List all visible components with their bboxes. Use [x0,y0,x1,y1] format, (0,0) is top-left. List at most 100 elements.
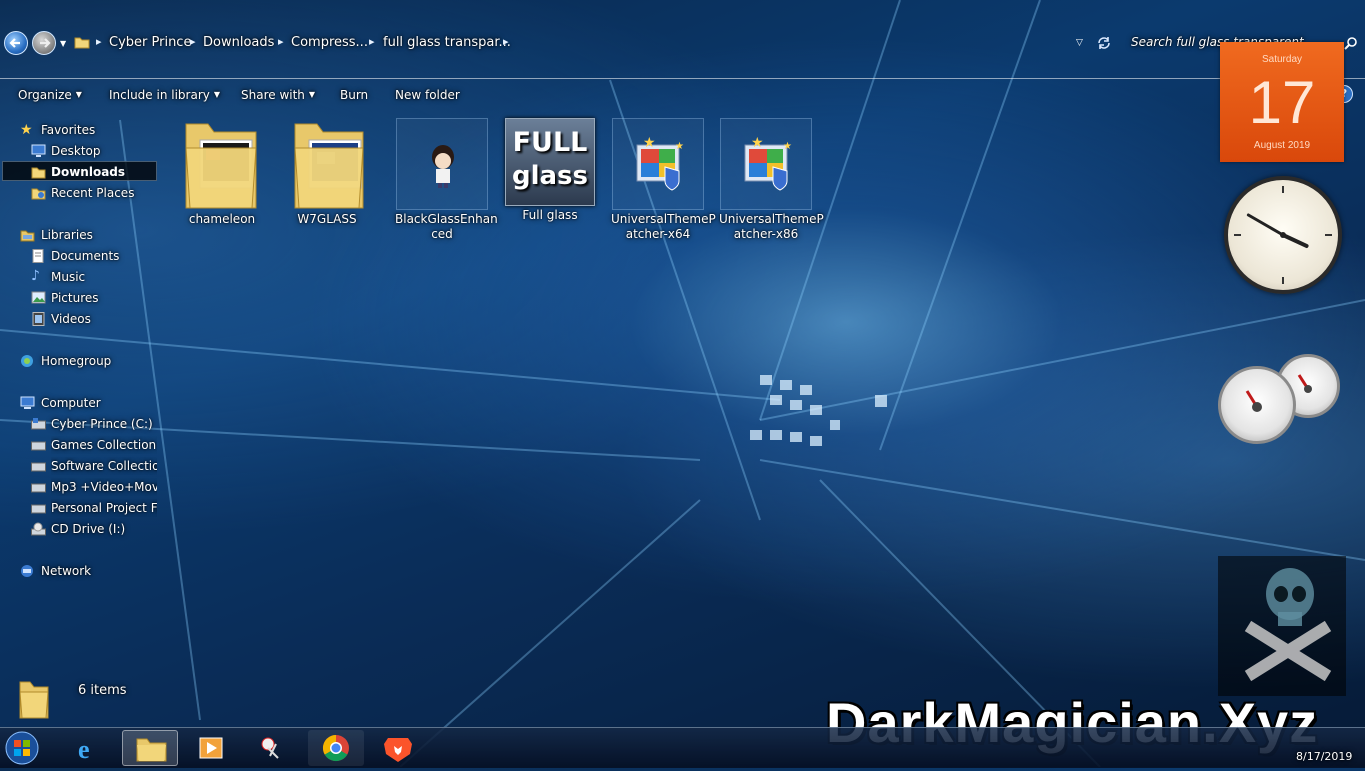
back-arrow-icon [9,38,20,48]
calendar-month: August 2019 [1253,140,1311,151]
media-player-icon [199,737,223,759]
thumbnail-subtitle: glass [511,161,589,191]
new-folder-button[interactable]: New folder [395,88,460,102]
file-item-w7glass[interactable]: W7GLASS [280,118,374,227]
recent-places-icon [31,188,46,200]
documents-icon [32,249,44,263]
chevron-down-icon: ▼ [308,90,316,99]
calendar-gadget[interactable]: Saturday 17 August 2019 [1220,42,1344,162]
nav-drive-cd[interactable]: CD Drive (I:) [51,520,125,538]
folder-icon [176,118,268,210]
chevron-down-icon: ▼ [75,90,82,99]
nav-drive-media[interactable]: Mp3 +Video+Movie [51,478,157,496]
share-with-button[interactable]: Share with ▼ [241,88,315,102]
organize-button[interactable]: Organize ▼ [18,88,82,102]
desktop-icon [31,144,46,157]
include-in-library-button[interactable]: Include in library ▼ [109,88,220,102]
homegroup-icon [21,355,33,367]
breadcrumb-separator-icon[interactable]: ▸ [190,35,196,48]
refresh-icon[interactable] [1096,35,1112,51]
file-item-patcher-x64[interactable]: ★ ★ UniversalThemeP atcher-x64 [611,118,716,242]
svg-text:e: e [78,735,90,764]
svg-text:★: ★ [783,141,792,152]
internet-explorer-icon: e [78,735,90,764]
burn-button[interactable]: Burn [340,88,368,102]
forward-arrow-icon [40,38,51,48]
nav-drive-software[interactable]: Software Collection [51,457,157,475]
svg-text:★: ★ [643,135,656,151]
back-button[interactable] [4,31,28,55]
nav-desktop[interactable]: Desktop [51,142,101,160]
item-count: 6 items [78,683,127,698]
file-label: BlackGlassEnhan ced [395,212,498,241]
calendar-date: 17 [1248,69,1316,136]
recent-pages-chevron-icon[interactable]: ▼ [60,39,66,48]
clock-gadget[interactable] [1224,176,1342,294]
nav-pictures[interactable]: Pictures [51,289,99,307]
nav-documents[interactable]: Documents [51,247,119,265]
brave-lion-icon [384,738,412,762]
file-label: UniversalThemeP atcher-x86 [719,212,824,241]
file-item-full-glass[interactable]: FULL glass Full glass [503,118,597,223]
forward-button[interactable] [32,31,56,55]
address-bar: ▼ ▸ Cyber Prince ▸ Downloads ▸ Compress.… [0,28,1365,60]
nav-music[interactable]: Music [51,268,85,286]
nav-drive-personal[interactable]: Personal Project File [51,499,157,517]
nav-computer[interactable]: Computer [41,394,101,412]
pictures-icon [31,291,46,304]
nav-homegroup[interactable]: Homegroup [41,352,111,370]
drive-icon [31,483,46,493]
taskbar-chrome[interactable] [308,730,364,766]
breadcrumb-separator-icon[interactable]: ▸ [96,35,102,48]
taskbar-media-player[interactable] [184,730,240,766]
taskbar-snipping-tool[interactable] [246,730,302,766]
nav-network[interactable]: Network [41,562,91,580]
nav-favorites[interactable]: Favorites [41,121,95,139]
wallpaper [0,0,1365,767]
nav-drive-d[interactable]: Games Collection (D [51,436,157,454]
file-item-blackglassenhanced[interactable]: BlackGlassEnhan ced [395,118,498,242]
file-label: W7GLASS [297,212,357,226]
favorites-star-icon: ★ [20,122,33,138]
skull-gadget [1218,556,1346,696]
memory-meter-gadget[interactable] [1218,366,1296,444]
svg-text:★: ★ [751,135,764,151]
scissors-icon [261,737,279,759]
taskbar-windows-explorer[interactable] [122,730,178,766]
breadcrumb-separator-icon[interactable]: ▸ [369,35,375,48]
search-icon[interactable] [1344,36,1358,50]
breadcrumb-separator-icon[interactable]: ▸ [278,35,284,48]
command-bar: Organize ▼ Include in library ▼ Share with… [0,78,1365,109]
folder-icon [281,118,373,210]
taskbar-internet-explorer[interactable]: e [62,730,118,766]
nav-recent-places[interactable]: Recent Places [51,184,134,202]
file-label: Full glass [522,208,578,222]
calendar-day: Saturday [1261,54,1303,65]
clock-face-icon [1234,186,1332,284]
taskbar: e 8/17/2019 [0,727,1365,768]
taskbar-brave[interactable] [370,730,426,766]
breadcrumb-compress[interactable]: Compress... [291,35,368,50]
breadcrumb-separator-icon[interactable]: ▸ [503,35,509,48]
file-item-patcher-x86[interactable]: ★ ★ UniversalThemeP atcher-x86 [719,118,824,242]
folder-icon [136,738,167,762]
network-icon [21,565,33,577]
nav-videos[interactable]: Videos [51,310,91,328]
address-dropdown-icon[interactable]: ▽ [1076,38,1083,48]
videos-icon [32,312,45,326]
system-drive-icon [31,418,46,430]
cd-drive-icon [31,522,46,536]
breadcrumb-downloads[interactable]: Downloads [203,35,274,50]
start-button[interactable] [4,730,44,766]
downloads-folder-icon [31,167,46,179]
taskbar-date[interactable]: 8/17/2019 [1296,750,1352,763]
thumbnail-title: FULL [512,127,588,158]
computer-icon [20,396,35,409]
nav-downloads[interactable]: Downloads [51,163,125,181]
nav-drive-c[interactable]: Cyber Prince (C:) [51,415,153,433]
breadcrumb-full-glass[interactable]: full glass transpar... [383,35,511,50]
drive-icon [31,462,46,472]
nav-libraries[interactable]: Libraries [41,226,93,244]
breadcrumb-cyber-prince[interactable]: Cyber Prince [109,35,191,50]
file-item-chameleon[interactable]: chameleon [175,118,269,227]
